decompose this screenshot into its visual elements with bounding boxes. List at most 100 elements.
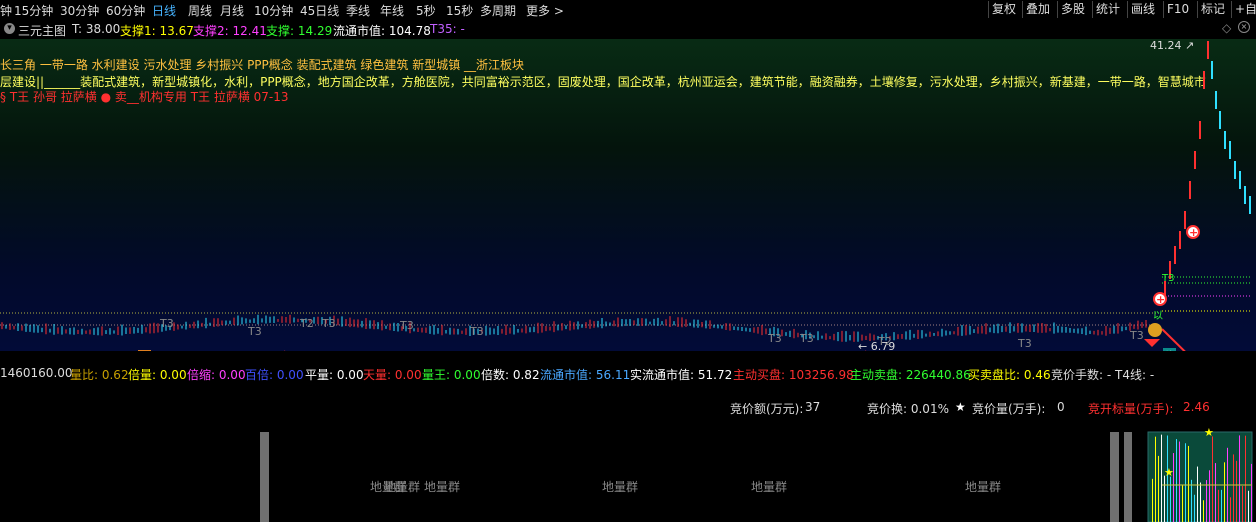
- volume-bar: [1182, 485, 1183, 522]
- float-market-value: 流通市值: 104.78: [333, 24, 431, 38]
- volume-bar: [1206, 480, 1207, 522]
- limit-down-icon: [1144, 339, 1160, 347]
- low-volume-label: 地量群: [384, 480, 421, 494]
- volume-bar: [1212, 436, 1213, 522]
- dollar-marker: $: [281, 349, 289, 351]
- volume-bar: [1152, 478, 1153, 522]
- svg-text:+: +: [1189, 226, 1198, 239]
- restore-rights-button[interactable]: 复权: [988, 1, 1019, 18]
- support-value: 支撑: 14.29: [266, 24, 333, 38]
- auction-volume-value: 0: [1057, 400, 1065, 414]
- dollar-marker: $: [862, 349, 870, 351]
- indicator-item: 流通市值: 56.11: [540, 368, 631, 382]
- volume-bar: [1245, 435, 1246, 522]
- volume-bar: [1197, 466, 1198, 522]
- indicator-item: T4线: -: [1115, 368, 1155, 382]
- draw-line-button[interactable]: 画线: [1127, 1, 1158, 18]
- svg-text:+: +: [1156, 293, 1165, 306]
- auction-ratio-value: 2.46: [1183, 400, 1210, 414]
- timeframe-toolbar: 钟 15分钟 30分钟 60分钟 日线 周线 月线 10分钟 45日线 季线 年…: [0, 0, 1256, 21]
- volume-bar: [1173, 453, 1174, 522]
- tab-monthly[interactable]: 月线: [220, 2, 244, 19]
- low-volume-label: 地量群: [965, 480, 1002, 494]
- svg-text:★: ★: [1164, 466, 1174, 479]
- fixed-marker: 定: [138, 350, 151, 351]
- tab-yearly[interactable]: 年线: [380, 2, 404, 19]
- indicator-item: 量比: 0.62: [70, 368, 129, 382]
- low-volume-label: 地量群: [751, 480, 788, 494]
- t2-mark: T2: [300, 317, 314, 330]
- volume-bar: [1218, 489, 1219, 522]
- smile-icon: [1148, 323, 1162, 337]
- volume-bar: [1230, 497, 1231, 522]
- volume-bar: [1176, 439, 1177, 522]
- overlay-button[interactable]: 叠加: [1022, 1, 1053, 18]
- t3-mark: T3: [160, 317, 174, 330]
- volume-bar: [1251, 463, 1252, 522]
- auction-amount-label: 竞价额(万元):: [730, 402, 804, 416]
- volume-indicator-panel[interactable]: ★ ★ ★ 地量群 地量群 地量群 地量群 地量群 地量群: [0, 420, 1256, 522]
- support1-value: 支撑1: 13.67: [120, 24, 194, 38]
- tab-quarterly[interactable]: 季线: [346, 2, 370, 19]
- low-volume-label: 地量群: [424, 480, 461, 494]
- support2-value: 支撑2: 12.41: [193, 24, 267, 38]
- main-chart[interactable]: 长三角 一带一路 水利建设 污水处理 乡村振兴 PPP概念 装配式建筑 绿色建筑…: [0, 39, 1256, 351]
- high-price-label: 41.24 ↗: [1150, 39, 1195, 52]
- add-custom-button[interactable]: +自: [1231, 1, 1256, 18]
- main-chart-info-line: ▾ 三元主图 T: 38.00 支撑1: 13.67 支撑2: 12.41 支撑…: [0, 20, 1256, 39]
- tab-10min[interactable]: 10分钟: [254, 2, 293, 19]
- volume-bar: [1161, 434, 1162, 522]
- volume-bar: [1236, 460, 1237, 522]
- t3-mark: T3: [322, 317, 336, 330]
- diamond-icon[interactable]: ◇: [1222, 21, 1231, 35]
- volume-bar: [1209, 470, 1210, 522]
- indicator-item: 天量: 0.00: [363, 368, 422, 382]
- t3-mark: T3: [1018, 337, 1032, 350]
- f10-button[interactable]: F10: [1163, 1, 1192, 18]
- auction-amount-value: 37: [805, 400, 821, 414]
- chevron-down-icon[interactable]: ▾: [4, 23, 15, 34]
- tab-15sec[interactable]: 15秒: [446, 2, 473, 19]
- indicator-row: 1460160.00 量比: 0.62 倍量: 0.00 倍缩: 0.00 百倍: 0…: [0, 364, 1256, 382]
- indicator-title[interactable]: 三元主图: [18, 22, 66, 39]
- tab-more[interactable]: 更多 >: [526, 2, 564, 19]
- lead-value: 1460160.00: [0, 366, 73, 380]
- tab-30min[interactable]: 30分钟: [60, 2, 99, 19]
- tab-15min[interactable]: 15分钟: [14, 2, 53, 19]
- volume-bar: [1191, 479, 1192, 522]
- t3-mark: T3: [768, 332, 782, 345]
- indicator-item: 倍数: 0.82: [481, 368, 540, 382]
- indicator-item: 主动买盘: 103256.98: [733, 368, 854, 382]
- volume-chart-canvas: ★ ★ ★: [260, 426, 1253, 522]
- auction-volume-label: 竞价量(万手):: [972, 402, 1046, 416]
- mark-button[interactable]: 标记: [1197, 1, 1228, 18]
- statistics-button[interactable]: 统计: [1092, 1, 1123, 18]
- indicator-item: 百倍: 0.00: [245, 368, 304, 382]
- volume-bar: [1158, 455, 1159, 522]
- t35-value: T35: -: [430, 22, 465, 36]
- tab-5sec[interactable]: 5秒: [416, 2, 436, 19]
- tab-daily[interactable]: 日线: [152, 2, 176, 19]
- tab-45day[interactable]: 45日线: [300, 2, 339, 19]
- volume-bar: [1170, 476, 1171, 522]
- tab-60min[interactable]: 60分钟: [106, 2, 145, 19]
- volume-bar: [1188, 445, 1189, 522]
- volume-bar: [1164, 475, 1165, 522]
- t3-mark: T3: [248, 325, 262, 338]
- volume-bar: [1194, 494, 1195, 522]
- tab-multi-period[interactable]: 多周期: [480, 2, 516, 19]
- t-value: T: 38.00: [72, 22, 121, 36]
- auction-ratio-label: 竞开标量(万手):: [1088, 402, 1174, 416]
- tab-minute[interactable]: 钟: [0, 2, 12, 19]
- volume-bar: [1233, 454, 1234, 522]
- volume-bar: [1203, 500, 1204, 522]
- tab-weekly[interactable]: 周线: [188, 2, 212, 19]
- auction-row: 竞价额(万元): 37 竞价换: 0.01% ★ 竞价量(万手): 0 竞开标量…: [0, 398, 1256, 416]
- signal-mark: 以: [1153, 311, 1163, 322]
- multi-stock-button[interactable]: 多股: [1057, 1, 1088, 18]
- close-icon[interactable]: ×: [1238, 21, 1250, 33]
- volume-bar: [1242, 486, 1243, 522]
- volume-bar: [1248, 490, 1249, 522]
- t3-green-mark: T3: [1162, 273, 1175, 284]
- star-icon: ★: [955, 400, 966, 414]
